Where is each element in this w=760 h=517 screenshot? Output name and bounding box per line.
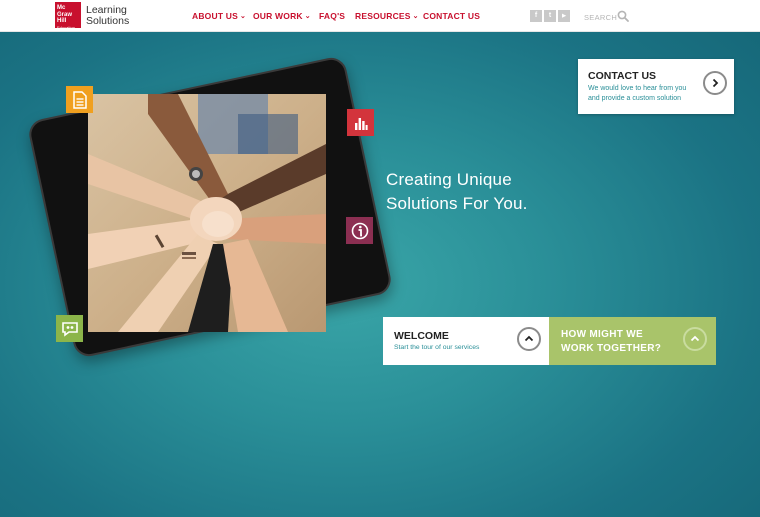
- contact-us-card[interactable]: CONTACT US We would love to hear from yo…: [578, 59, 734, 114]
- contact-arrow-button[interactable]: [703, 71, 727, 95]
- nav-our-work[interactable]: OUR WORK ⌄: [253, 11, 311, 21]
- work-title-line: WORK TOGETHER?: [561, 343, 662, 354]
- facebook-icon[interactable]: f: [530, 10, 542, 22]
- logo-line: Education: [57, 24, 75, 30]
- contact-subtitle: We would love to hear from you and provi…: [588, 84, 708, 104]
- contact-subtitle-line: and provide a custom solution: [588, 95, 681, 102]
- nav-label: OUR WORK: [253, 11, 303, 21]
- nav-resources[interactable]: RESOURCES ⌄: [355, 11, 419, 21]
- brand-name[interactable]: Learning Solutions: [86, 5, 129, 26]
- welcome-up-button[interactable]: [517, 327, 541, 351]
- chevron-up-icon: [690, 335, 700, 342]
- chevron-down-icon: ⌄: [240, 13, 247, 20]
- nav-faqs[interactable]: FAQ'S: [319, 11, 345, 21]
- tagline-line: Solutions For You.: [386, 194, 528, 213]
- chevron-down-icon: ⌄: [412, 13, 419, 20]
- contact-title: CONTACT US: [588, 70, 657, 82]
- youtube-icon[interactable]: ▶: [558, 10, 570, 22]
- search-icon[interactable]: [617, 10, 629, 22]
- twitter-icon[interactable]: t: [544, 10, 556, 22]
- chevron-down-icon: ⌄: [304, 13, 311, 20]
- info-icon[interactable]: [346, 217, 373, 244]
- work-together-card[interactable]: HOW MIGHT WE WORK TOGETHER?: [549, 317, 716, 365]
- work-up-button[interactable]: [683, 327, 707, 351]
- brand-name-line: Learning: [86, 4, 127, 16]
- chevron-up-icon: [524, 335, 534, 342]
- site-header: Mc Graw Hill Education Learning Solution…: [0, 0, 760, 32]
- nav-label: CONTACT US: [423, 11, 481, 21]
- chevron-right-icon: [712, 78, 719, 88]
- quote-bubble-icon[interactable]: [56, 315, 83, 342]
- welcome-subtitle: Start the tour of our services: [394, 344, 480, 351]
- welcome-title: WELCOME: [394, 330, 449, 342]
- mcgraw-hill-logo[interactable]: Mc Graw Hill Education: [55, 2, 81, 30]
- nav-label: FAQ'S: [319, 11, 346, 21]
- contact-subtitle-line: We would love to hear from you: [588, 85, 687, 92]
- work-title-line: HOW MIGHT WE: [561, 329, 643, 340]
- nav-about-us[interactable]: ABOUT US ⌄: [192, 11, 246, 21]
- welcome-card[interactable]: WELCOME Start the tour of our services: [383, 317, 549, 365]
- search-label[interactable]: SEARCH: [584, 13, 617, 22]
- work-title: HOW MIGHT WE WORK TOGETHER?: [561, 328, 661, 356]
- nav-label: ABOUT US: [192, 11, 238, 21]
- document-icon[interactable]: [66, 86, 93, 113]
- nav-contact-us[interactable]: CONTACT US: [423, 11, 480, 21]
- brand-name-line: Solutions: [86, 14, 130, 27]
- bar-chart-icon[interactable]: [347, 109, 374, 136]
- teamwork-hands-photo: [88, 94, 326, 332]
- tagline-line: Creating Unique: [386, 170, 512, 189]
- nav-label: RESOURCES: [355, 11, 411, 21]
- hero-tagline: Creating Unique Solutions For You.: [386, 168, 528, 216]
